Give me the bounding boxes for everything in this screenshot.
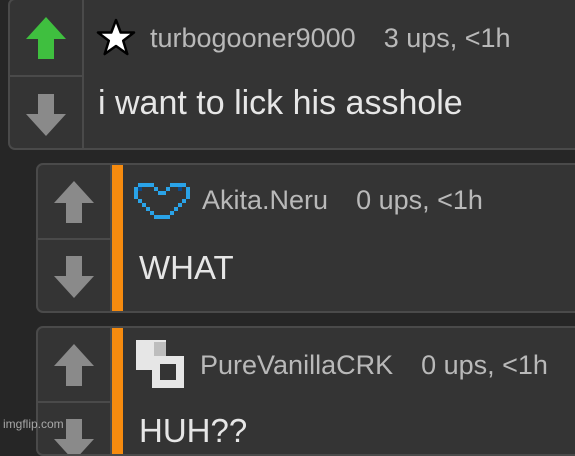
star-icon [96,18,136,58]
down-arrow-icon [52,254,96,300]
up-arrow-icon [24,15,68,61]
comment-text: WHAT [139,249,234,287]
reply-accent-bar [112,328,123,454]
username-link[interactable]: Akita.Neru [202,185,328,216]
upvote-button[interactable] [10,0,82,75]
user-avatar[interactable] [134,338,188,392]
downvote-button[interactable] [38,240,110,313]
comment-text: HUH?? [139,412,247,450]
up-arrow-icon [52,342,96,388]
reply-accent-bar [112,165,123,311]
up-arrow-icon [52,179,96,225]
reply-comment-card: PureVanillaCRK 0 ups, <1h HUH?? [36,326,575,456]
username-link[interactable]: PureVanillaCRK [200,350,393,381]
watermark: imgflip.com [3,417,64,431]
vote-column [38,165,112,311]
user-avatar[interactable] [134,179,190,221]
downvote-button[interactable] [10,77,82,150]
reply-comment-card: Akita.Neru 0 ups, <1h WHAT [36,163,575,313]
comment-meta: 0 ups, <1h [421,350,548,381]
down-arrow-icon [24,92,68,138]
vote-column [38,328,112,454]
overlapping-squares-icon [134,338,188,392]
comment-meta: 3 ups, <1h [384,23,511,54]
upvote-button[interactable] [38,165,110,238]
user-avatar[interactable] [96,18,136,58]
comment-meta: 0 ups, <1h [356,185,483,216]
comment-text: i want to lick his asshole [98,84,463,123]
upvote-button[interactable] [38,328,110,401]
vote-column [10,0,84,148]
pixel-heart-icon [134,179,190,221]
comment-card: turbogooner9000 3 ups, <1h i want to lic… [8,0,575,150]
username-link[interactable]: turbogooner9000 [150,23,356,54]
